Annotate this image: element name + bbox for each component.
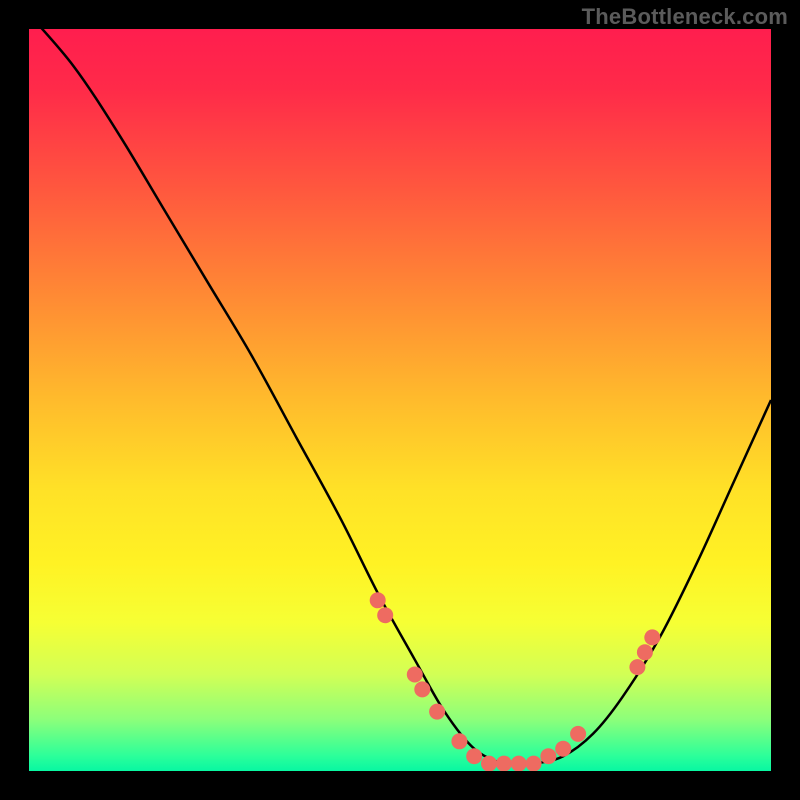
data-marker	[451, 733, 467, 749]
data-marker	[370, 592, 386, 608]
data-marker	[511, 756, 527, 771]
data-marker	[629, 659, 645, 675]
data-marker	[496, 756, 512, 771]
chart-frame: TheBottleneck.com	[0, 0, 800, 800]
data-marker	[481, 756, 497, 771]
data-marker	[377, 607, 393, 623]
data-marker	[407, 667, 423, 683]
data-marker	[540, 748, 556, 764]
data-marker	[555, 741, 571, 757]
bottleneck-curve	[29, 29, 771, 765]
data-marker	[414, 681, 430, 697]
data-marker	[466, 748, 482, 764]
data-marker	[526, 756, 542, 771]
watermark-text: TheBottleneck.com	[582, 4, 788, 30]
data-marker	[644, 629, 660, 645]
chart-svg	[29, 29, 771, 771]
data-marker	[429, 704, 445, 720]
data-marker	[570, 726, 586, 742]
data-marker	[637, 644, 653, 660]
plot-area	[29, 29, 771, 771]
data-markers	[370, 592, 661, 771]
